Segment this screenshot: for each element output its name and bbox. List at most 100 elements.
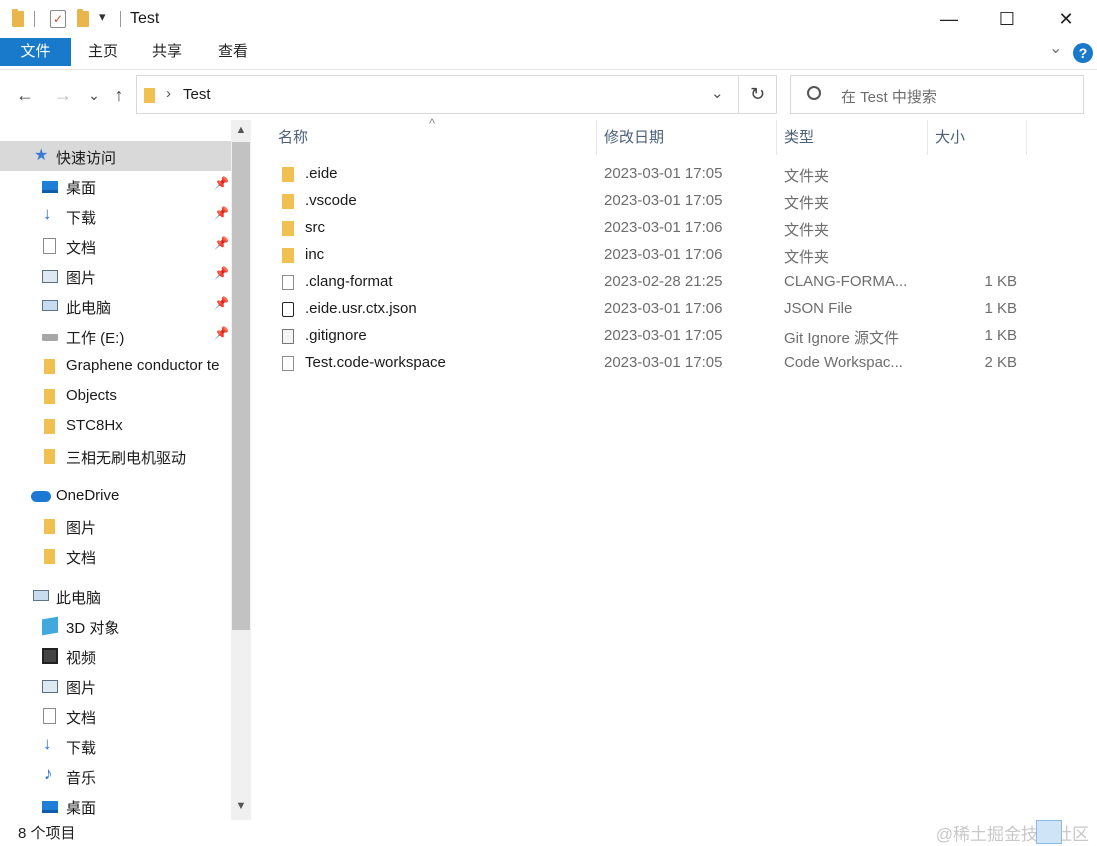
sidebar-item-pc-desktop[interactable]: 桌面: [0, 791, 232, 820]
tab-view[interactable]: 查看: [206, 38, 260, 66]
sidebar-item-this-pc[interactable]: 此电脑 📌: [0, 291, 232, 321]
file-row[interactable]: .gitignore 2023-03-01 17:05 Git Ignore 源…: [276, 323, 1036, 350]
tab-file[interactable]: 文件: [0, 38, 71, 66]
file-row[interactable]: .vscode 2023-03-01 17:05 文件夹: [276, 188, 1036, 215]
sidebar-item-label: Graphene conductor te: [66, 357, 220, 374]
sidebar-item-label: 图片: [66, 520, 97, 537]
column-header-name[interactable]: 名称: [272, 120, 597, 155]
file-row[interactable]: Test.code-workspace 2023-03-01 17:05 Cod…: [276, 350, 1036, 377]
pin-icon: 📌: [214, 296, 229, 310]
search-input[interactable]: 在 Test 中搜索: [841, 86, 937, 107]
back-button[interactable]: ←: [13, 83, 37, 107]
pin-icon: 📌: [214, 236, 229, 250]
sidebar-item-label: 下载: [66, 210, 97, 227]
close-button[interactable]: ✕: [1037, 0, 1095, 38]
help-icon[interactable]: ?: [1073, 43, 1093, 63]
sidebar-item-onedrive-documents[interactable]: 文档: [0, 541, 232, 571]
sidebar-item-label: 桌面: [66, 800, 97, 817]
recent-locations-button[interactable]: ⌄: [82, 83, 106, 107]
file-row[interactable]: src 2023-03-01 17:06 文件夹: [276, 215, 1036, 242]
sidebar-item-pictures[interactable]: 图片 📌: [0, 261, 232, 291]
file-date: 2023-03-01 17:05: [604, 354, 723, 371]
file-date: 2023-03-01 17:05: [604, 192, 723, 209]
download-icon: ↓: [43, 204, 52, 223]
download-icon: ↓: [43, 734, 52, 753]
scrollbar-thumb[interactable]: [232, 142, 250, 630]
address-dropdown-icon[interactable]: ⌄: [711, 84, 724, 102]
sidebar-item-videos[interactable]: 视频: [0, 641, 232, 671]
file-date: 2023-03-01 17:06: [604, 300, 723, 317]
sidebar-item-desktop[interactable]: 桌面 📌: [0, 171, 232, 201]
folder-icon: [44, 449, 55, 464]
file-row[interactable]: .clang-format 2023-02-28 21:25 CLANG-FOR…: [276, 269, 1036, 296]
sidebar-item-pc-documents[interactable]: 文档: [0, 701, 232, 731]
properties-icon[interactable]: ✓: [50, 10, 66, 28]
sidebar-item-stc8hx[interactable]: STC8Hx: [0, 411, 232, 441]
cloud-icon: [31, 491, 51, 502]
folder-icon: [282, 167, 294, 182]
pictures-icon: [42, 680, 58, 693]
star-icon: ★: [34, 147, 49, 164]
file-row[interactable]: inc 2023-03-01 17:06 文件夹: [276, 242, 1036, 269]
sidebar-item-graphene[interactable]: Graphene conductor te: [0, 351, 232, 381]
sidebar-item-label: 3D 对象: [66, 620, 120, 637]
file-type: 文件夹: [784, 249, 830, 266]
ribbon-collapse-icon[interactable]: ⌄: [1049, 38, 1062, 58]
qat-dropdown-icon[interactable]: ▾: [99, 9, 106, 25]
sidebar-item-this-pc-root[interactable]: 此电脑: [0, 581, 232, 611]
file-date: 2023-02-28 21:25: [604, 273, 723, 290]
tab-home[interactable]: 主页: [76, 38, 130, 66]
sidebar-item-onedrive[interactable]: OneDrive: [0, 481, 232, 511]
sidebar-item-pc-pictures[interactable]: 图片: [0, 671, 232, 701]
folder-icon: [282, 221, 294, 236]
qat-separator: [34, 11, 35, 27]
file-row[interactable]: .eide.usr.ctx.json 2023-03-01 17:06 JSON…: [276, 296, 1036, 323]
sidebar-item-onedrive-pictures[interactable]: 图片: [0, 511, 232, 541]
refresh-button[interactable]: ↻: [739, 75, 777, 114]
forward-button[interactable]: →: [51, 83, 75, 107]
file-name: inc: [305, 246, 325, 263]
sidebar-scrollbar[interactable]: ▲ ▼: [231, 120, 251, 820]
sidebar-item-motor-driver[interactable]: 三相无刷电机驱动: [0, 441, 232, 471]
column-header-type[interactable]: 类型: [778, 120, 928, 155]
file-date: 2023-03-01 17:06: [604, 246, 723, 263]
large-icons-view-button[interactable]: [1066, 820, 1092, 844]
breadcrumb-test[interactable]: Test: [183, 86, 211, 103]
sidebar-item-label: 文档: [66, 710, 97, 727]
sidebar-item-drive-e[interactable]: 工作 (E:) 📌: [0, 321, 232, 351]
sidebar-item-label: 视频: [66, 650, 97, 667]
up-button[interactable]: ↑: [107, 83, 131, 107]
file-row[interactable]: .eide 2023-03-01 17:05 文件夹: [276, 161, 1036, 188]
scroll-down-icon[interactable]: ▼: [231, 796, 251, 816]
item-count: 8 个项目: [18, 825, 76, 842]
tab-share[interactable]: 共享: [140, 38, 194, 66]
sidebar-item-objects[interactable]: Objects: [0, 381, 232, 411]
file-name: .eide: [305, 165, 338, 182]
sidebar-item-3d-objects[interactable]: 3D 对象: [0, 611, 232, 641]
file-size: 1 KB: [984, 273, 1017, 290]
sidebar-item-pc-downloads[interactable]: ↓ 下载: [0, 731, 232, 761]
new-folder-icon[interactable]: [77, 9, 89, 27]
details-view-button[interactable]: [1036, 820, 1062, 844]
maximize-button[interactable]: ☐: [978, 0, 1036, 38]
sidebar-item-music[interactable]: ♪ 音乐: [0, 761, 232, 791]
file-name: Test.code-workspace: [305, 354, 446, 371]
sidebar-item-quick-access[interactable]: ★ 快速访问: [0, 141, 232, 171]
file-name: .gitignore: [305, 327, 367, 344]
sidebar-item-documents[interactable]: 文档 📌: [0, 231, 232, 261]
minimize-button[interactable]: —: [920, 0, 978, 38]
file-date: 2023-03-01 17:05: [604, 165, 723, 182]
music-icon: ♪: [44, 764, 53, 783]
column-header-date[interactable]: 修改日期: [598, 120, 777, 155]
search-box[interactable]: 在 Test 中搜索: [790, 75, 1084, 114]
sidebar-item-label: 此电脑: [56, 590, 102, 607]
address-bar[interactable]: › Test ⌄: [136, 75, 739, 114]
file-size: 1 KB: [984, 300, 1017, 317]
ribbon-tabs: 文件 主页 共享 查看 ⌄ ?: [0, 38, 1097, 70]
sidebar-item-downloads[interactable]: ↓ 下载 📌: [0, 201, 232, 231]
column-header-size[interactable]: 大小: [929, 120, 1027, 155]
scroll-up-icon[interactable]: ▲: [231, 120, 251, 140]
navigation-pane: ★ 快速访问 桌面 📌 ↓ 下载 📌 文档 📌 图片 📌 此电脑 📌 工作 (E…: [0, 120, 254, 820]
file-type: JSON File: [784, 300, 853, 317]
sidebar-item-label: 图片: [66, 270, 97, 287]
